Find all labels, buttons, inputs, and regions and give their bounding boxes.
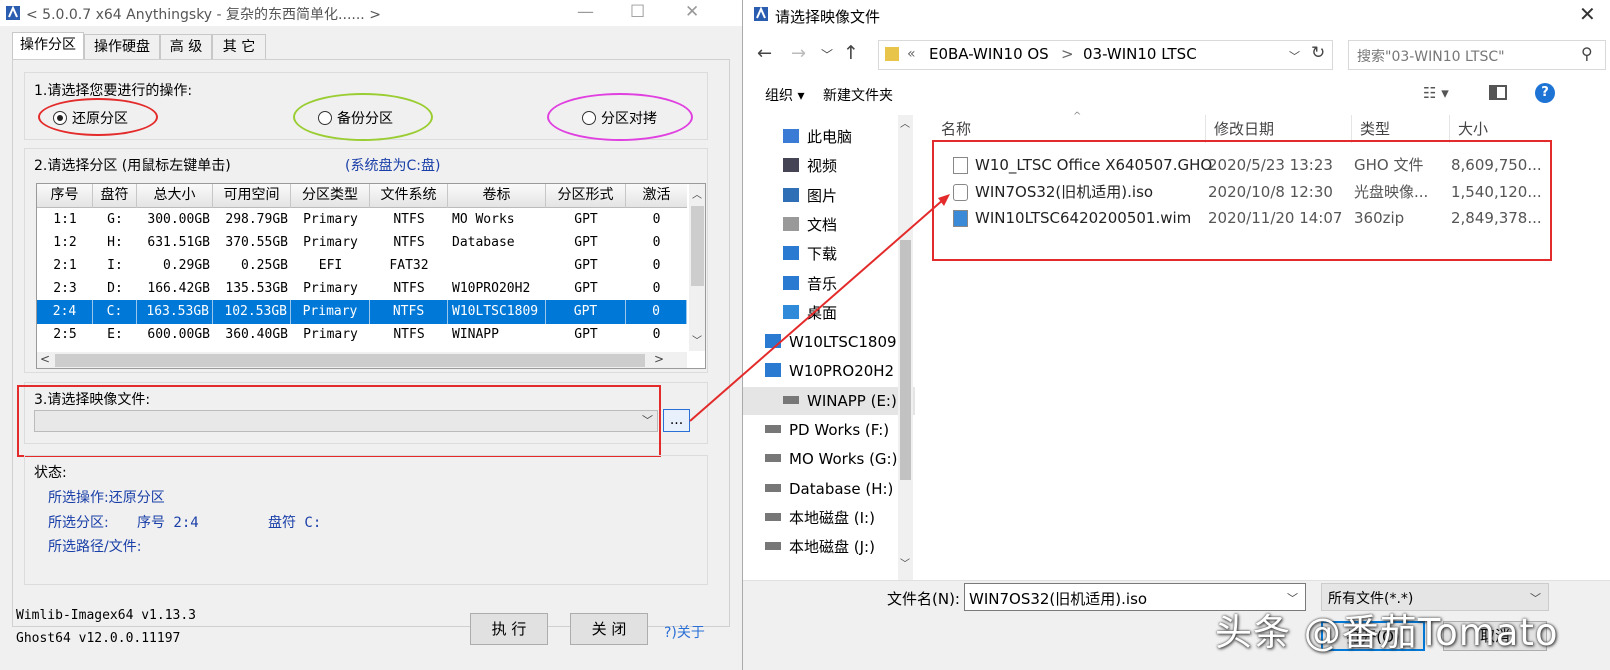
watermark-text: 头条 @番茄Tomato [1215,611,1559,654]
annotation-arrow [689,194,950,422]
